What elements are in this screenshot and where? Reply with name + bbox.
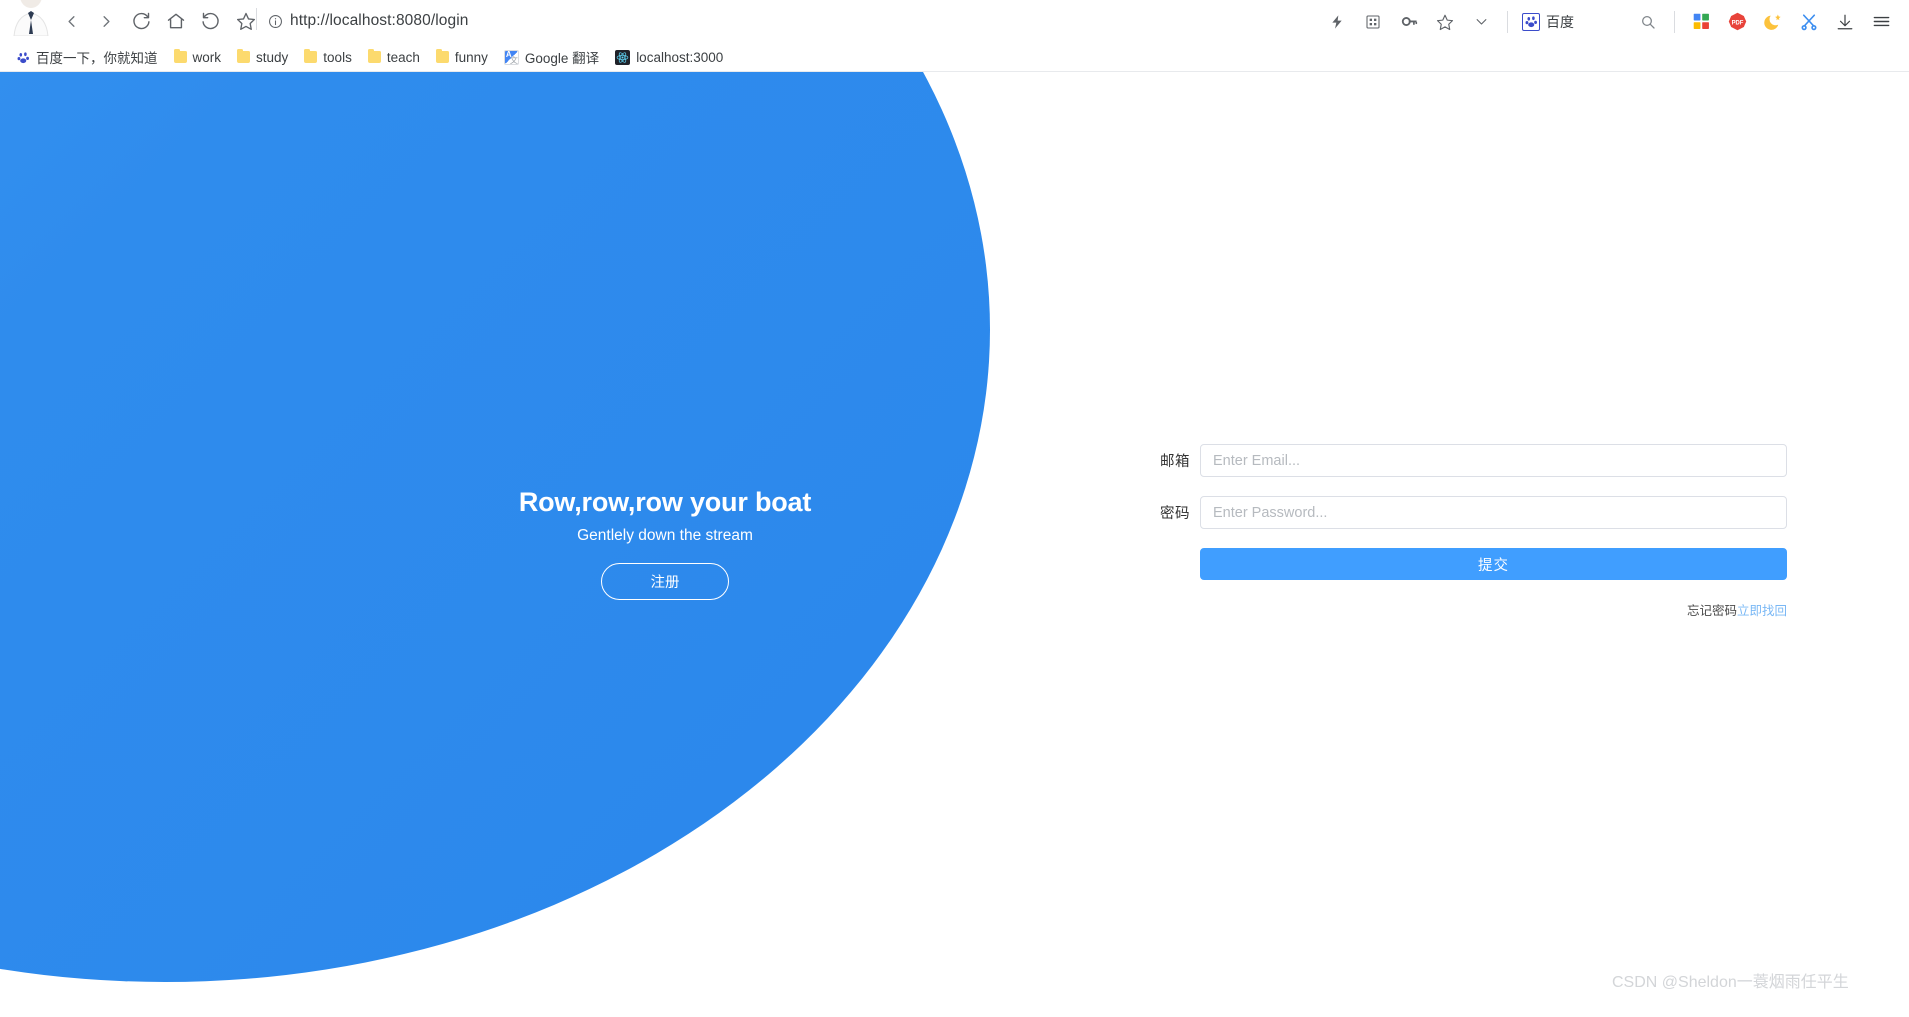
toolbar-divider-1 — [1507, 10, 1508, 33]
key-icon[interactable] — [1395, 8, 1423, 36]
email-input[interactable] — [1200, 444, 1787, 477]
email-field-row: 邮箱 — [1142, 444, 1787, 477]
folder-icon — [304, 48, 318, 63]
apps-grid-icon[interactable] — [1687, 8, 1715, 36]
forgot-password-row: 忘记密码 立即找回 — [1142, 600, 1787, 619]
folder-icon — [367, 48, 381, 63]
bookmark-label: study — [256, 49, 289, 65]
baidu-extension-button[interactable]: 百度 — [1522, 12, 1574, 32]
grid-icon[interactable] — [1359, 8, 1387, 36]
svg-text:PDF: PDF — [1731, 20, 1743, 26]
baidu-extension-label: 百度 — [1546, 13, 1574, 30]
bookmarks-bar: 百度一下，你就知道 work study tools teach funny G… — [0, 43, 1909, 72]
navigation-buttons — [56, 6, 261, 36]
browser-toolbar: http://localhost:8080/login 百度 PDF — [0, 0, 1909, 43]
bookmark-label: teach — [386, 49, 420, 65]
hero-subtitle: Gentlely down the stream — [577, 527, 753, 544]
bookmark-label: funny — [454, 49, 488, 65]
login-page: Row,row,row your boat Gentlely down the … — [0, 72, 1909, 1017]
bookmark-label: work — [192, 49, 222, 65]
folder-icon — [237, 48, 251, 63]
url-bar[interactable]: http://localhost:8080/login — [268, 6, 469, 36]
bookmark-funny[interactable]: funny — [428, 47, 496, 68]
back-button[interactable] — [56, 6, 86, 36]
hamburger-menu-icon[interactable] — [1867, 8, 1895, 36]
url-divider — [256, 8, 257, 30]
bookmark-label: 百度一下，你就知道 — [36, 51, 158, 66]
folder-icon — [435, 48, 449, 63]
react-icon — [615, 49, 631, 65]
hero-content: Row,row,row your boat Gentlely down the … — [0, 487, 1330, 600]
folder-icon — [173, 48, 187, 63]
bookmark-teach[interactable]: teach — [360, 47, 428, 68]
bookmark-label: Google 翻译 — [524, 51, 600, 66]
hero-title: Row,row,row your boat — [518, 487, 812, 517]
chevron-down-icon[interactable] — [1467, 8, 1495, 36]
bookmark-tools[interactable]: tools — [296, 47, 360, 68]
bookmark-label: tools — [323, 49, 352, 65]
bookmark-work[interactable]: work — [166, 47, 230, 68]
google-translate-icon — [503, 49, 519, 65]
star-outline-icon[interactable] — [1431, 8, 1459, 36]
bookmark-localhost-3000[interactable]: localhost:3000 — [607, 47, 731, 68]
email-label: 邮箱 — [1160, 454, 1190, 470]
baidu-paw-icon — [16, 50, 30, 64]
bookmark-label: localhost:3000 — [636, 49, 724, 65]
watermark: CSDN @Sheldon一蓑烟雨任平生 — [1612, 974, 1849, 991]
profile-avatar[interactable] — [8, 0, 54, 36]
history-back-button[interactable] — [196, 6, 226, 36]
bookmark-google-translate[interactable]: Google 翻译 — [496, 44, 607, 70]
forgot-password-text: 忘记密码 — [1686, 604, 1737, 618]
bookmark-study[interactable]: study — [229, 47, 296, 68]
baidu-paw-icon — [1522, 12, 1540, 31]
bookmark-baidu[interactable]: 百度一下，你就知道 — [8, 44, 166, 70]
scissors-icon[interactable] — [1795, 8, 1823, 36]
toolbar-divider-2 — [1674, 10, 1675, 33]
forward-button[interactable] — [91, 6, 121, 36]
lightning-icon[interactable] — [1323, 8, 1351, 36]
pdf-icon[interactable]: PDF — [1723, 8, 1751, 36]
home-button[interactable] — [161, 6, 191, 36]
search-icon[interactable] — [1634, 8, 1662, 36]
reload-button[interactable] — [126, 6, 156, 36]
register-button[interactable]: 注册 — [601, 563, 729, 600]
browser-chrome: http://localhost:8080/login 百度 PDF 百度一下，… — [0, 0, 1909, 72]
info-circle-icon[interactable] — [268, 14, 283, 29]
download-icon[interactable] — [1831, 8, 1859, 36]
forgot-password-link[interactable]: 立即找回 — [1737, 600, 1787, 619]
url-text: http://localhost:8080/login — [290, 12, 469, 29]
toolbar-right-group: 百度 PDF — [1319, 0, 1909, 43]
moon-icon[interactable] — [1759, 8, 1787, 36]
